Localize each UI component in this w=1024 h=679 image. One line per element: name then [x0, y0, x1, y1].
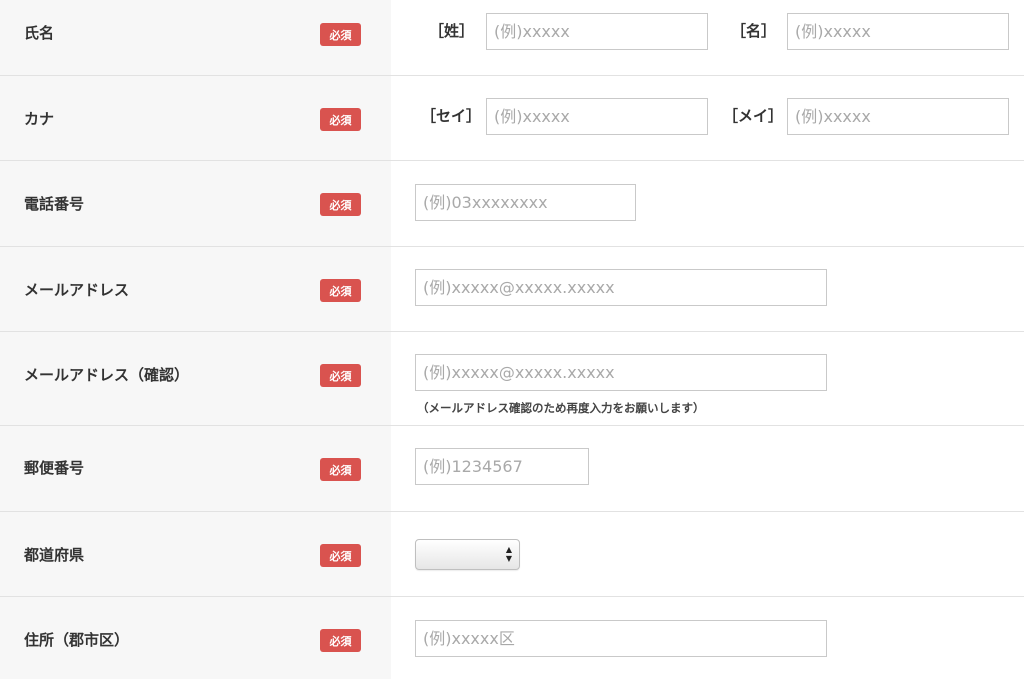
row-address: 住所（郡市区） 必須 — [0, 597, 1024, 679]
label-cell: カナ 必須 — [0, 76, 391, 160]
field-label-email-confirm: メールアドレス（確認） — [24, 366, 190, 384]
address-city-input[interactable] — [415, 620, 827, 657]
row-email-confirm: メールアドレス（確認） 必須 （メールアドレス確認のため再度入力をお願いします） — [0, 332, 1024, 426]
label-cell: 郵便番号 必須 — [0, 426, 391, 511]
label-cell: 都道府県 必須 — [0, 512, 391, 596]
email-confirm-note: （メールアドレス確認のため再度入力をお願いします） — [417, 401, 705, 415]
updown-arrows-icon: ▲ ▼ — [505, 545, 512, 563]
sub-label-sei-kana: ［セイ］ — [421, 107, 482, 125]
field-cell — [391, 426, 1024, 511]
field-label-email: メールアドレス — [24, 281, 130, 299]
row-kana: カナ 必須 ［セイ］ ［メイ］ — [0, 76, 1024, 161]
row-email: メールアドレス 必須 — [0, 247, 1024, 332]
prefecture-select[interactable]: ▲ ▼ — [415, 539, 520, 570]
label-cell: 氏名 必須 — [0, 0, 391, 75]
sub-label-mei: ［名］ — [731, 22, 777, 40]
label-cell: 住所（郡市区） 必須 — [0, 597, 391, 679]
label-cell: メールアドレス（確認） 必須 — [0, 332, 391, 425]
email-input[interactable] — [415, 269, 827, 306]
required-badge: 必須 — [320, 544, 361, 567]
field-label-name: 氏名 — [24, 24, 55, 42]
field-cell — [391, 597, 1024, 679]
row-prefecture: 都道府県 必須 ▲ ▼ — [0, 512, 1024, 597]
last-name-kana-input[interactable] — [486, 98, 708, 135]
sub-label-sei: ［姓］ — [429, 22, 475, 40]
field-cell — [391, 161, 1024, 246]
field-label-postal: 郵便番号 — [24, 459, 85, 477]
required-badge: 必須 — [320, 629, 361, 652]
phone-input[interactable] — [415, 184, 636, 221]
email-confirm-input[interactable] — [415, 354, 827, 391]
required-badge: 必須 — [320, 364, 361, 387]
label-cell: メールアドレス 必須 — [0, 247, 391, 331]
field-cell: （メールアドレス確認のため再度入力をお願いします） — [391, 332, 1024, 425]
row-postal: 郵便番号 必須 — [0, 426, 1024, 512]
field-label-address: 住所（郡市区） — [24, 631, 130, 649]
first-name-kana-input[interactable] — [787, 98, 1009, 135]
first-name-input[interactable] — [787, 13, 1009, 50]
field-cell: ［セイ］ ［メイ］ — [391, 76, 1024, 160]
field-cell: ▲ ▼ — [391, 512, 1024, 596]
row-name: 氏名 必須 ［姓］ ［名］ — [0, 0, 1024, 76]
row-phone: 電話番号 必須 — [0, 161, 1024, 247]
field-label-prefecture: 都道府県 — [24, 546, 85, 564]
field-label-kana: カナ — [24, 110, 55, 128]
required-badge: 必須 — [320, 193, 361, 216]
field-label-phone: 電話番号 — [24, 195, 85, 213]
required-badge: 必須 — [320, 23, 361, 46]
field-cell: ［姓］ ［名］ — [391, 0, 1024, 75]
sub-label-mei-kana: ［メイ］ — [723, 107, 784, 125]
required-badge: 必須 — [320, 108, 361, 131]
required-badge: 必須 — [320, 458, 361, 481]
contact-form: 氏名 必須 ［姓］ ［名］ カナ 必須 ［セイ］ ［メイ］ 電話番号 必須 — [0, 0, 1024, 679]
postal-code-input[interactable] — [415, 448, 589, 485]
label-cell: 電話番号 必須 — [0, 161, 391, 246]
last-name-input[interactable] — [486, 13, 708, 50]
field-cell — [391, 247, 1024, 331]
required-badge: 必須 — [320, 279, 361, 302]
